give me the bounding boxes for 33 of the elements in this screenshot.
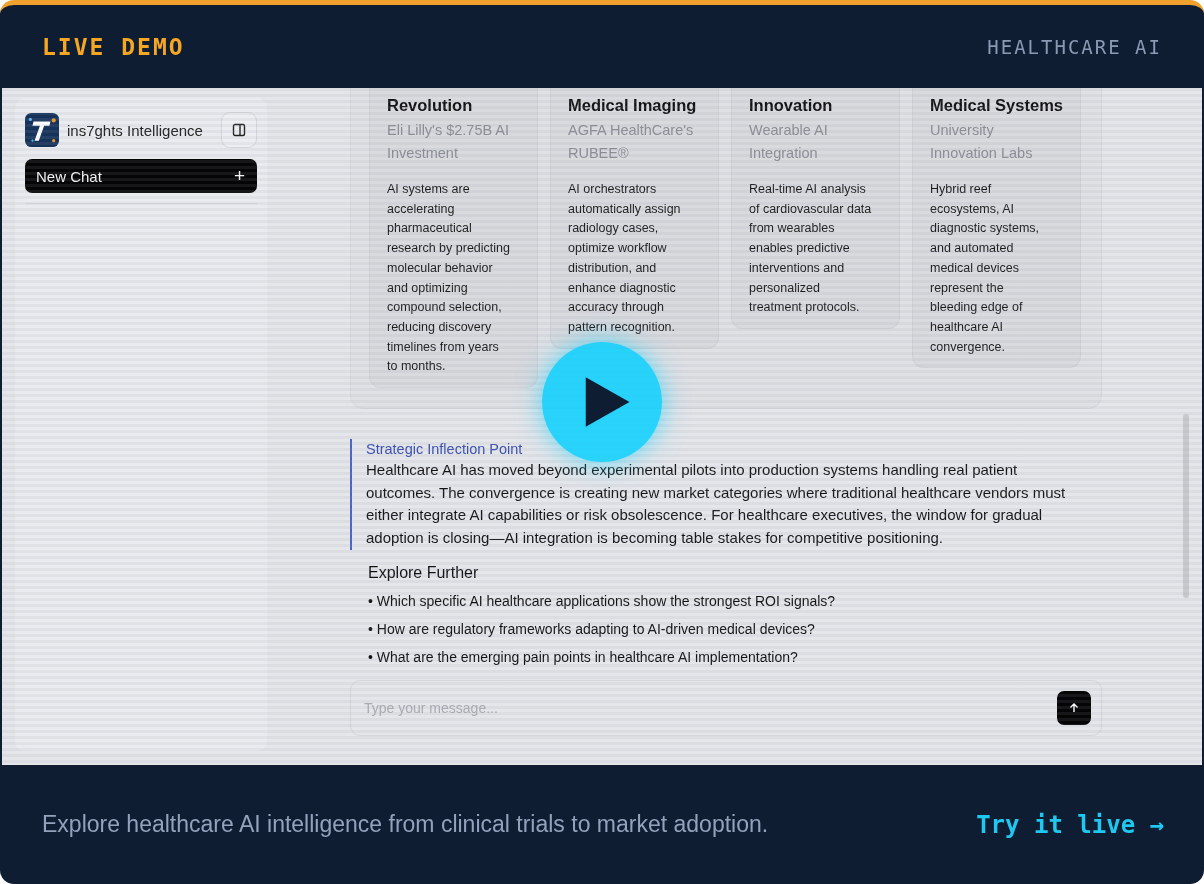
live-demo-label: LIVE DEMO: [42, 33, 185, 60]
card-title: Medical Imaging: [568, 95, 698, 116]
try-live-link[interactable]: Try it live →: [976, 810, 1164, 839]
topic-label: HEALTHCARE AI: [987, 35, 1162, 58]
suggestion-link[interactable]: • Which specific AI healthcare applications show the strongest ROI signals?: [368, 592, 1102, 610]
card-source: AGFA HealthCare's RUBEE®: [568, 121, 695, 163]
insight-title: Strategic Inflection Point: [366, 440, 524, 460]
play-icon: [583, 376, 631, 428]
card-title: Innovation: [749, 95, 834, 116]
arrow-up-icon: [1068, 701, 1080, 714]
insight-paragraph: Healthcare AI has moved beyond experimental pilots into production systems handling real patient outcomes. The convergence is creating new market categories where traditional healthcare vendors must either integrate AI capabilities or risk obsolescence. For healthcare executives, the window for gradual adoption is closing—AI integration is becoming table stakes for competitive positioning.: [366, 460, 1066, 549]
new-chat-button[interactable]: New Chat +: [25, 159, 257, 193]
brand-name: ins7ghts Intelligence: [67, 121, 204, 139]
card-source: Eli Lilly's $2.75B AI Investment: [387, 121, 511, 163]
sidebar-toggle-button[interactable]: [221, 112, 257, 148]
logo-icon: [25, 113, 59, 147]
footer-text: Explore healthcare AI intelligence from clinical trials to market adoption.: [42, 810, 770, 839]
card-title: Revolution: [387, 95, 474, 116]
suggestion-link[interactable]: • What are the emerging pain points in healthcare AI implementation?: [368, 648, 1102, 666]
explore-heading: Explore Further: [368, 563, 480, 582]
panel-icon: [232, 123, 246, 137]
card-text: AI systems are accelerating pharmaceutical research by predicting molecular behavior and optimizing compound selection, reducing discovery timelines from years to months.: [387, 181, 511, 376]
card-title: Medical Systems: [930, 95, 1064, 116]
suggestion-link[interactable]: • How are regulatory frameworks adapting to AI-driven medical devices?: [368, 620, 1102, 638]
play-button[interactable]: [542, 342, 662, 462]
card-text: Real-time AI analysis of cardiovascular data from wearables enables predictive interventions and personalized treatment protocols.: [749, 181, 873, 317]
scrollbar-thumb[interactable]: [1183, 414, 1189, 598]
message-field[interactable]: Type your message...: [350, 679, 1102, 736]
card-text: Hybrid reef ecosystems, AI diagnostic systems, and automated medical devices represent the bleeding edge of healthcare AI convergence.: [930, 181, 1041, 356]
card-source: University Innovation Labs: [930, 121, 1034, 163]
card-text: AI orchestrators automatically assign radiology cases, optimize workflow distribution, and enhance diagnostic accuracy through pattern recognition.: [568, 181, 682, 336]
card-source: Wearable AI Integration: [749, 121, 829, 163]
send-button[interactable]: [1057, 690, 1091, 725]
